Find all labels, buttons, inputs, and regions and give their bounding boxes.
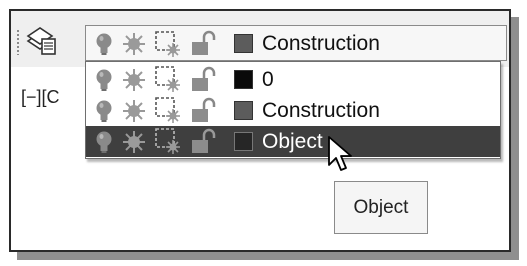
layer-color-swatch (234, 132, 253, 151)
sun-freeze-icon[interactable] (122, 32, 146, 56)
unlocked-padlock-icon[interactable] (190, 96, 220, 124)
layer-name: 0 (262, 68, 274, 91)
layer-color-swatch (234, 101, 253, 120)
layer-properties-icon (26, 27, 56, 55)
toolbar-grip[interactable] (16, 29, 20, 55)
lightbulb-on-icon[interactable] (94, 130, 114, 154)
layers-toolbar: Construction (11, 11, 509, 67)
layer-item-0[interactable]: 0 (86, 64, 500, 95)
current-layer-name: Construction (262, 32, 380, 55)
sun-freeze-icon[interactable] (122, 99, 146, 123)
sun-freeze-icon[interactable] (122, 130, 146, 154)
layer-dropdown-list: 0 Construction Object (85, 61, 501, 159)
layer-combo-box[interactable]: Construction (85, 25, 507, 61)
layer-name: Construction (262, 99, 380, 122)
lightbulb-on-icon[interactable] (94, 68, 114, 92)
layer-item-object[interactable]: Object (86, 126, 500, 157)
layer-tooltip: Object (334, 181, 428, 234)
viewport-controls-label[interactable]: [−][C (21, 87, 60, 108)
layer-item-construction[interactable]: Construction (86, 95, 500, 126)
viewport-freeze-icon[interactable] (154, 65, 182, 93)
unlocked-padlock-icon[interactable] (190, 65, 220, 93)
viewport-freeze-icon[interactable] (154, 127, 182, 155)
mouse-pointer-icon (328, 136, 352, 171)
viewport-freeze-icon[interactable] (154, 30, 182, 58)
sun-freeze-icon[interactable] (122, 68, 146, 92)
unlocked-padlock-icon[interactable] (190, 29, 220, 57)
layer-properties-manager-button[interactable] (24, 25, 58, 57)
layer-color-swatch (234, 34, 253, 53)
layer-color-swatch (234, 70, 253, 89)
lightbulb-on-icon[interactable] (94, 99, 114, 123)
viewport-freeze-icon[interactable] (154, 96, 182, 124)
lightbulb-on-icon[interactable] (94, 32, 114, 56)
layer-name: Object (262, 130, 323, 153)
autocad-layer-panel: Construction [−][C 0 Construction Object… (9, 9, 511, 252)
unlocked-padlock-icon[interactable] (190, 127, 220, 155)
